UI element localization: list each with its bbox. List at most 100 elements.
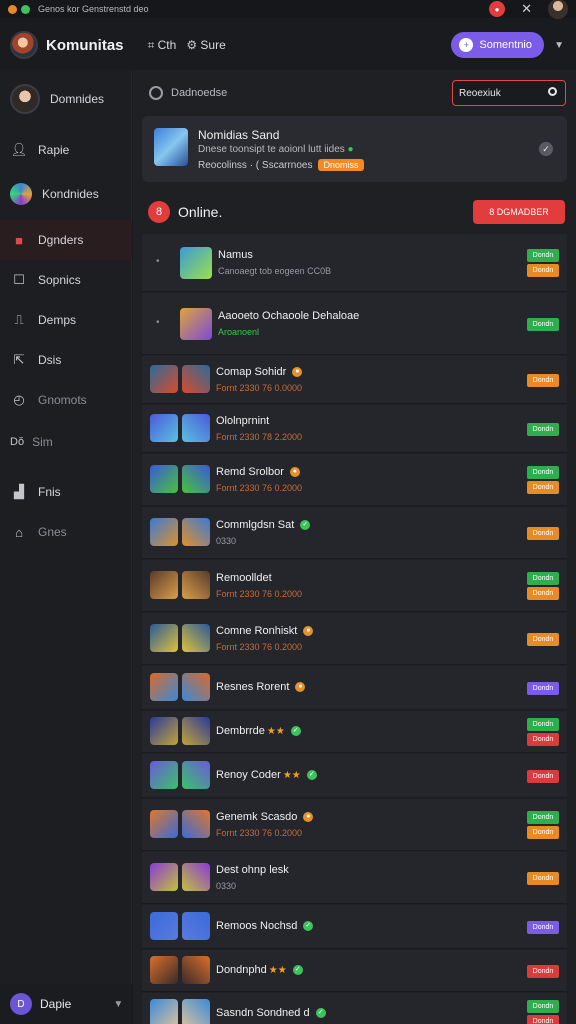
window-minimize-dot[interactable] bbox=[8, 4, 17, 14]
game-thumbnail bbox=[150, 761, 178, 789]
member-name: Resnes Rorent ● bbox=[216, 681, 306, 693]
featured-badge: Dnomiss bbox=[318, 159, 364, 171]
status-icon: ● bbox=[292, 367, 303, 378]
user-avatar[interactable] bbox=[548, 0, 568, 19]
header-link-sure[interactable]: ⚙ Sure bbox=[186, 38, 225, 53]
sidebar-item-gnes[interactable]: ⌂ Gnes bbox=[0, 512, 132, 552]
sidebar-item-rapie[interactable]: 👤︎ Rapie bbox=[0, 130, 132, 170]
sidebar-item-demps[interactable]: ⎍ Demps bbox=[0, 300, 132, 340]
window-maximize-dot[interactable] bbox=[21, 4, 30, 14]
status-icon: ● bbox=[295, 682, 306, 693]
list-item[interactable]: Ololnprnint Fornt 2330 78 2.2000 Dondn bbox=[142, 405, 567, 453]
sidebar-item-gnomots[interactable]: ◴ Gnomots bbox=[0, 380, 132, 420]
member-meta: Fornt 2330 76 0.2000 bbox=[216, 642, 303, 652]
status-badge: Dondn bbox=[527, 1015, 559, 1024]
status-badge: Dondn bbox=[527, 964, 559, 978]
game-thumbnail bbox=[182, 365, 210, 393]
list-item[interactable]: Comap Sohidr ● Fornt 2330 76 0.0000 Dondn bbox=[142, 356, 567, 404]
sidebar-item-fnis[interactable]: ▟ Fnis bbox=[0, 472, 132, 512]
status-badge: Dondn bbox=[527, 422, 559, 436]
sidebar-item-profile[interactable]: Domnides bbox=[0, 78, 132, 120]
member-name-text: Dembrrde bbox=[216, 725, 265, 737]
status-badge: Dondn bbox=[527, 681, 559, 695]
member-name: Remoolldet bbox=[216, 572, 272, 584]
sidebar-item-sim[interactable]: Dŏ Sim bbox=[0, 422, 132, 462]
online-action-button[interactable]: 8 DGMADBER bbox=[473, 200, 565, 224]
member-name: Dembrrde ★★ ✓ bbox=[216, 725, 301, 737]
member-name: Dest ohnp lesk bbox=[216, 864, 289, 876]
game-thumbnail bbox=[182, 717, 210, 745]
status-badge: Dondn bbox=[527, 769, 559, 783]
list-item[interactable]: Comne Ronhiskt ● Fornt 2330 76 0.2000 Dondn bbox=[142, 613, 567, 665]
dots-icon: Dŏ bbox=[10, 436, 25, 448]
chevron-down-icon[interactable]: ▼ bbox=[554, 40, 564, 51]
check-icon[interactable]: ✓ bbox=[539, 142, 553, 156]
game-thumbnail bbox=[150, 624, 178, 652]
circle-icon bbox=[149, 86, 163, 100]
online-icon: 8 bbox=[148, 201, 170, 223]
sidebar-item-dsis[interactable]: ⇱ Dsis bbox=[0, 340, 132, 380]
list-item[interactable]: Genemk Scasdo ● Fornt 2330 76 0.2000 Dondn D… bbox=[142, 799, 567, 851]
verified-icon: ● bbox=[347, 144, 354, 155]
rating-stars: ★★ bbox=[282, 770, 301, 781]
list-item[interactable]: • Aaooeto Ochaoole Dehaloae Aroanoenl Dondn bbox=[142, 293, 567, 355]
close-icon[interactable]: ✕ bbox=[521, 1, 532, 17]
list-item[interactable]: Sasndn Sondned d ✓ Dondn Dondn bbox=[142, 993, 567, 1024]
bullet-icon: • bbox=[156, 256, 160, 267]
member-meta: Fornt 2330 76 0.2000 bbox=[216, 483, 303, 493]
list-item[interactable]: Dembrrde ★★ ✓ Dondn Dondn bbox=[142, 711, 567, 753]
list-item[interactable]: Renoy Coder ★★ ✓ Dondn bbox=[142, 754, 567, 798]
list-item[interactable]: Commlgdsn Sat ✓ 0330 Dondn bbox=[142, 507, 567, 559]
sidebar: Domnides 👤︎ Rapie Kondnides ■ Dgnders ☐ … bbox=[0, 70, 132, 1024]
account-initial: D bbox=[10, 993, 32, 1015]
header-link-cth[interactable]: ⌗ Cth bbox=[148, 38, 177, 53]
plus-icon: + bbox=[459, 38, 474, 52]
member-name: Aaooeto Ochaoole Dehaloae bbox=[218, 310, 359, 322]
app-header: Komunitas ⌗ Cth ⚙ Sure + Somentnio ▼ bbox=[0, 22, 576, 68]
member-meta: 0330 bbox=[216, 881, 237, 891]
list-item[interactable]: Dondnphd ★★ ✓ Dondn bbox=[142, 950, 567, 992]
member-meta: 0330 bbox=[216, 536, 237, 546]
member-name-text: Comap Sohidr bbox=[216, 366, 287, 378]
sidebar-item-sopnics[interactable]: ☐ Sopnics bbox=[0, 260, 132, 300]
member-meta: Fornt 2330 78 2.2000 bbox=[216, 432, 303, 442]
header-cta-button[interactable]: + Somentnio bbox=[451, 32, 544, 58]
list-item[interactable]: Remoolldet Fornt 2330 76 0.2000 Dondn Dondn bbox=[142, 560, 567, 612]
book-icon: ⎍ bbox=[14, 312, 24, 327]
grid-icon: ⌗ bbox=[147, 37, 155, 52]
search-input[interactable]: Reoexiuk bbox=[452, 80, 566, 106]
featured-thumbnail bbox=[154, 128, 188, 166]
sidebar-item-kondnides[interactable]: Kondnides bbox=[0, 174, 132, 214]
member-name-text: Renoy Coder bbox=[216, 769, 281, 781]
status-badge: Dondn bbox=[527, 264, 559, 277]
game-thumbnail bbox=[182, 761, 210, 789]
sidebar-footer-account[interactable]: D Dapie ▼ bbox=[0, 984, 132, 1024]
member-name: Comap Sohidr ● bbox=[216, 366, 303, 378]
list-item[interactable]: Resnes Rorent ● Dondn bbox=[142, 666, 567, 710]
game-thumbnail bbox=[180, 247, 212, 279]
game-thumbnail bbox=[150, 365, 178, 393]
featured-card[interactable]: Nomidias Sand Dnese toonsipt te aoionl l… bbox=[142, 116, 567, 182]
verified-icon: ✓ bbox=[306, 770, 317, 781]
list-item[interactable]: • Namus Canoaegt tob eogeen CC0B Dondn Dondn bbox=[142, 234, 567, 292]
notification-icon[interactable]: ● bbox=[489, 1, 506, 17]
title-bar: Genos kor Genstrenstd deo ● ✕ bbox=[0, 0, 576, 19]
member-name: Dondnphd ★★ ✓ bbox=[216, 964, 303, 976]
list-item[interactable]: Dest ohnp lesk 0330 Dondn bbox=[142, 852, 567, 904]
game-thumbnail bbox=[182, 956, 210, 984]
avatar bbox=[10, 84, 40, 114]
member-name-text: Remoos Nochsd bbox=[216, 920, 298, 932]
list-item[interactable]: Remoos Nochsd ✓ Dondn bbox=[142, 905, 567, 949]
status-icon: ● bbox=[303, 812, 314, 823]
member-name-text: Resnes Rorent bbox=[216, 681, 290, 693]
game-thumbnail bbox=[150, 810, 178, 838]
list-item[interactable]: Remd Srolbor ● Fornt 2330 76 0.2000 Dondn Do… bbox=[142, 454, 567, 506]
status-badge: Dondn bbox=[527, 733, 559, 746]
verified-icon: ✓ bbox=[290, 726, 301, 737]
featured-meta: Reocolinss · ( Sscarrnoes Dnomiss bbox=[198, 159, 364, 171]
brand-name: Komunitas bbox=[46, 36, 124, 54]
sidebar-item-dgnders[interactable]: ■ Dgnders bbox=[0, 220, 132, 260]
status-badge: Dondn bbox=[527, 317, 559, 331]
verified-icon: ✓ bbox=[303, 921, 314, 932]
member-meta: Fornt 2330 76 0.2000 bbox=[216, 828, 303, 838]
